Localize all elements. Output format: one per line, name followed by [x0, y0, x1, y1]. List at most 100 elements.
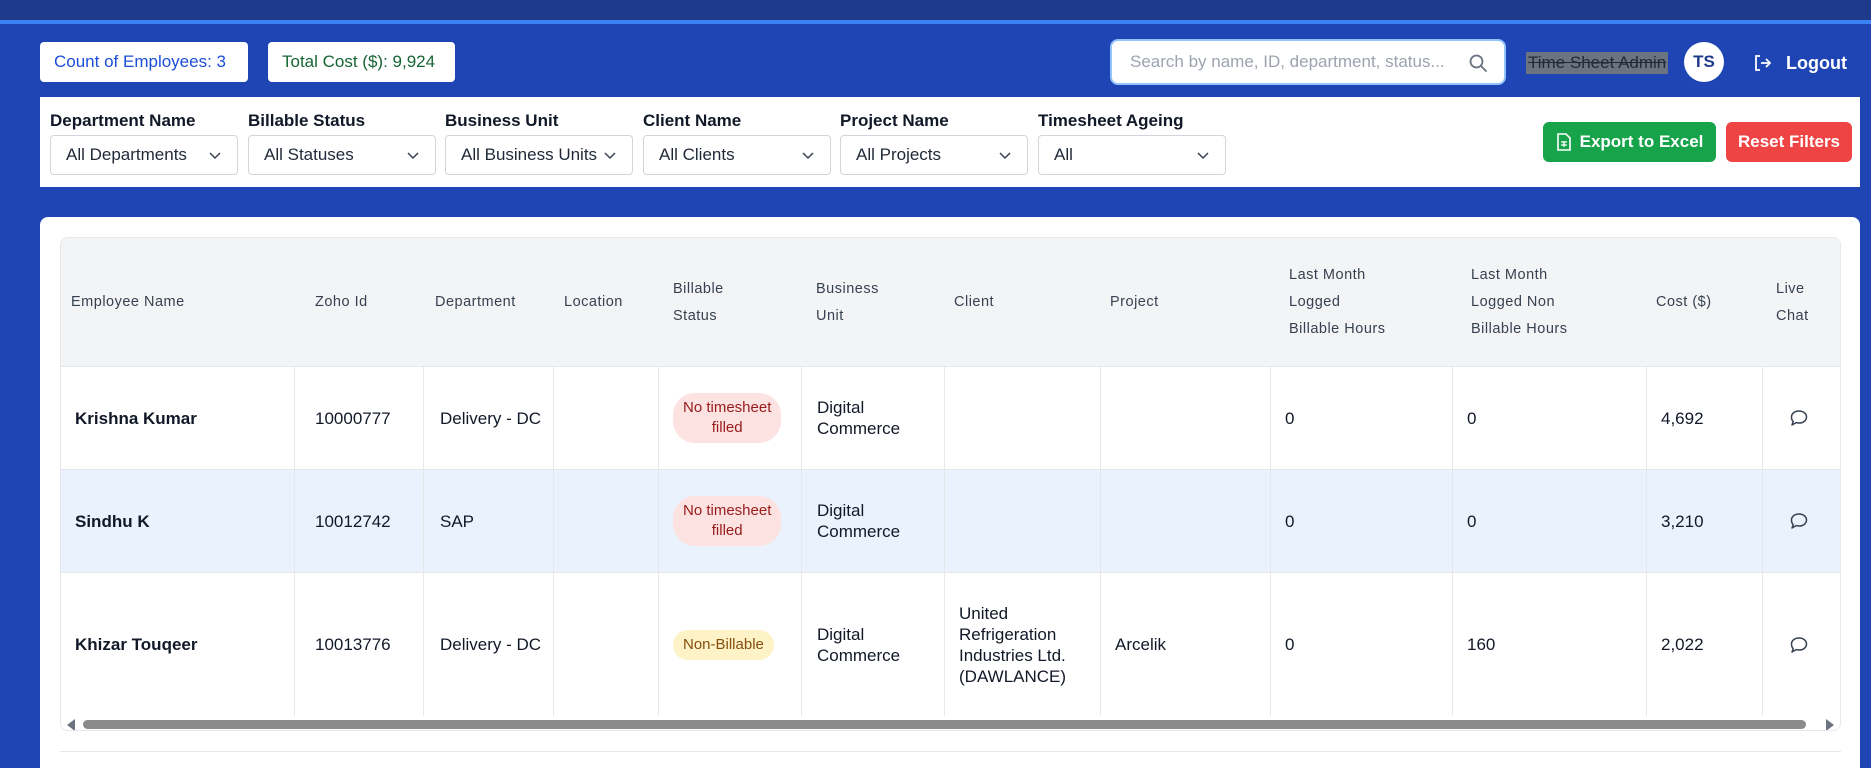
cell-department: SAP [440, 511, 475, 531]
cell-live-chat [1789, 367, 1809, 469]
cell-business-unit: Digital Commerce [817, 624, 901, 665]
chat-icon[interactable] [1789, 408, 1809, 428]
column-divider [1100, 573, 1101, 716]
cell-billable-hours: 0 [1285, 511, 1295, 531]
cell-non-billable-hours: 160 [1467, 635, 1496, 654]
table-row[interactable]: Khizar Touqeer 10013776 Delivery - DC No… [61, 573, 1840, 716]
column-divider [1762, 573, 1763, 716]
cell-zoho-id: 10013776 [315, 635, 391, 654]
billable-status-select[interactable]: All Statuses [248, 135, 436, 175]
select-value: All Clients [659, 145, 735, 164]
select-value: All [1054, 145, 1073, 164]
column-divider [1646, 367, 1647, 469]
filter-business-unit: Business Unit All Business Units [445, 111, 633, 175]
select-value: All Business Units [461, 145, 598, 164]
filter-billable-status: Billable Status All Statuses [248, 111, 436, 175]
column-divider [1452, 470, 1453, 572]
column-divider [1762, 367, 1763, 469]
select-value: All Departments [66, 145, 187, 164]
scroll-left-arrow[interactable] [67, 719, 75, 730]
horizontal-scrollbar[interactable] [61, 716, 1840, 730]
cell-client: United Refrigeration Industries Ltd. (DAWLA… [959, 603, 1067, 686]
logout-button[interactable]: Logout [1752, 50, 1847, 76]
scroll-right-arrow[interactable] [1826, 719, 1834, 730]
search-icon[interactable] [1468, 53, 1488, 73]
column-divider [1270, 367, 1271, 469]
header-client: Client [954, 294, 995, 310]
header-project: Project [1110, 294, 1159, 310]
cell-zoho-id: 10012742 [315, 511, 391, 531]
department-select[interactable]: All Departments [50, 135, 238, 175]
filter-label: Client Name [643, 111, 742, 130]
column-divider [658, 470, 659, 572]
timesheet-ageing-select[interactable]: All [1038, 135, 1226, 175]
employee-table: Employee Name Zoho Id Department Locatio… [60, 237, 1841, 731]
header: Count of Employees: 3 Total Cost ($): 9,… [0, 24, 1871, 97]
filter-label: Business Unit [445, 111, 559, 130]
cell-employee-name: Sindhu K [75, 511, 150, 531]
client-select[interactable]: All Clients [643, 135, 831, 175]
business-unit-select[interactable]: All Business Units [445, 135, 633, 175]
chat-icon[interactable] [1789, 511, 1809, 531]
search-input[interactable] [1130, 41, 1460, 83]
filter-project-name: Project Name All Projects [840, 111, 1028, 175]
chevron-down-icon [407, 152, 419, 160]
export-to-excel-button[interactable]: Export to Excel [1543, 122, 1716, 162]
reset-filters-button[interactable]: Reset Filters [1726, 122, 1852, 162]
status-badge: No timesheet filled [673, 393, 782, 443]
cell-live-chat [1789, 573, 1809, 716]
column-divider [658, 367, 659, 469]
column-divider [1646, 470, 1647, 572]
column-divider [553, 367, 554, 469]
column-divider [1452, 573, 1453, 716]
cell-billable-hours: 0 [1285, 635, 1295, 654]
employee-count-badge: Count of Employees: 3 [40, 42, 248, 82]
chevron-down-icon [209, 152, 221, 160]
column-divider [1100, 470, 1101, 572]
scrollbar-thumb[interactable] [83, 720, 1806, 729]
chevron-down-icon [1197, 152, 1209, 160]
status-badge: No timesheet filled [673, 496, 782, 546]
header-business-unit: Business Unit [816, 280, 879, 324]
table-row[interactable]: Krishna Kumar 10000777 Delivery - DC No … [61, 367, 1840, 470]
cell-zoho-id: 10000777 [315, 408, 391, 428]
chevron-down-icon [604, 152, 616, 160]
table-row[interactable]: Sindhu K 10012742 SAP No timesheet filled… [61, 470, 1840, 573]
logout-icon [1755, 55, 1772, 71]
project-select[interactable]: All Projects [840, 135, 1028, 175]
total-cost-badge: Total Cost ($): 9,924 [268, 42, 455, 82]
status-badge: Non-Billable [673, 629, 774, 660]
column-divider [1270, 573, 1271, 716]
select-value: All Projects [856, 145, 942, 164]
export-label: Export to Excel [1579, 132, 1704, 151]
header-employee-name: Employee Name [71, 294, 185, 310]
column-divider [1762, 470, 1763, 572]
cell-department: Delivery - DC [440, 635, 542, 654]
top-bar [0, 0, 1871, 24]
cell-live-chat [1789, 470, 1809, 572]
filter-label: Timesheet Ageing [1038, 111, 1184, 130]
spreadsheet-icon [1556, 133, 1571, 151]
pagination-divider [60, 751, 1841, 752]
filter-department: Department Name All Departments [50, 111, 238, 175]
cell-cost: 4,692 [1661, 408, 1704, 428]
cell-billable-status: No timesheet filled [673, 470, 782, 572]
column-divider [1646, 573, 1647, 716]
admin-label: Time Sheet Admin [1526, 52, 1669, 74]
cell-non-billable-hours: 0 [1467, 408, 1477, 428]
avatar[interactable]: TS [1684, 42, 1724, 82]
column-divider [944, 470, 945, 572]
search-box[interactable] [1110, 39, 1506, 85]
cell-business-unit: Digital Commerce [817, 398, 901, 438]
column-divider [801, 470, 802, 572]
column-divider [423, 367, 424, 469]
column-divider [801, 573, 802, 716]
header-zoho-id: Zoho Id [315, 294, 368, 310]
select-value: All Statuses [264, 145, 354, 164]
filter-label: Department Name [50, 111, 196, 130]
table-header: Employee Name Zoho Id Department Locatio… [61, 238, 1840, 367]
logout-label: Logout [1786, 52, 1847, 73]
chat-icon[interactable] [1789, 635, 1809, 655]
column-divider [1100, 367, 1101, 469]
cell-billable-status: Non-Billable [673, 573, 774, 716]
